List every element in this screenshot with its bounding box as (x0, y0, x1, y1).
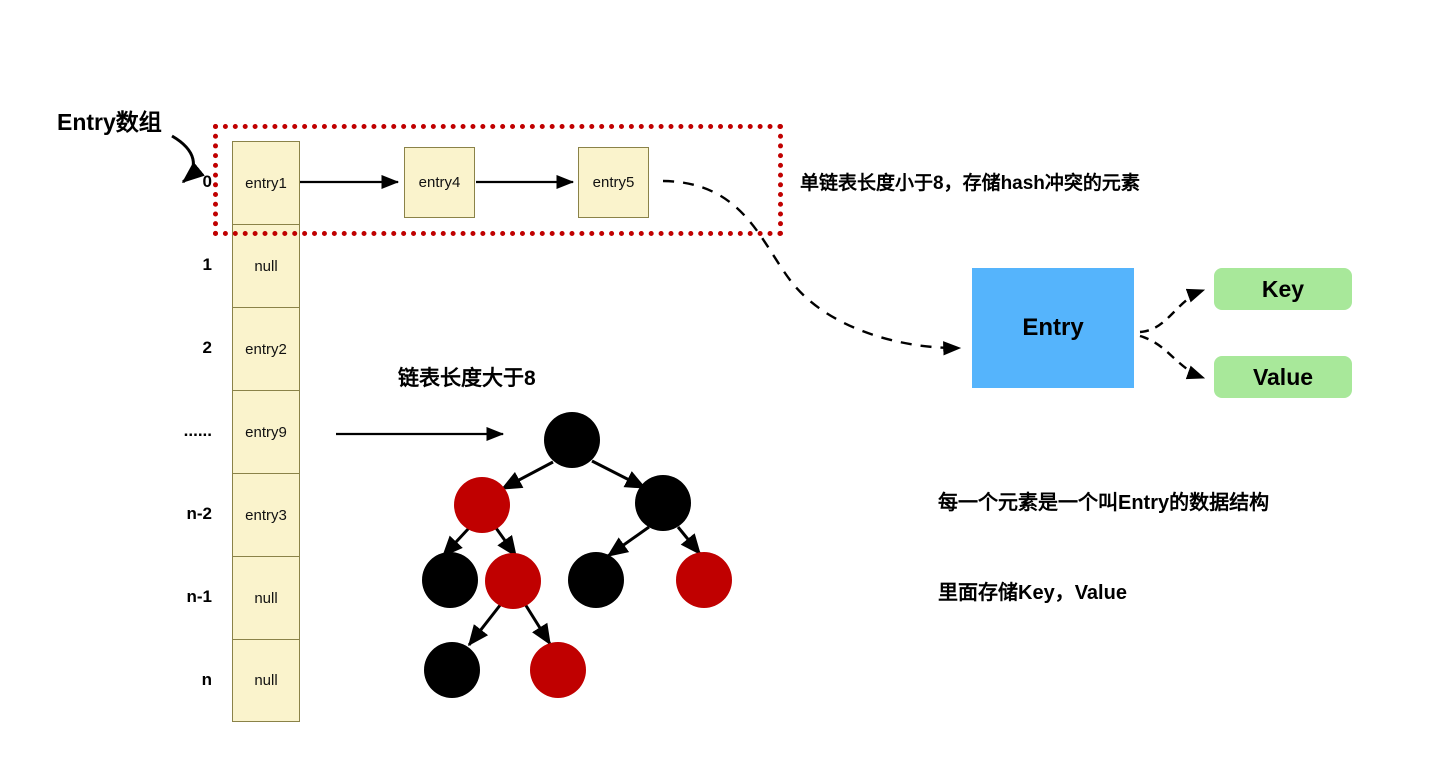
tree-node-r2a[interactable] (568, 552, 624, 608)
tree-node-r2b[interactable] (676, 552, 732, 608)
entry-description-line2: 里面存储Key，Value (938, 582, 1127, 604)
linked-list-highlight-box (213, 124, 783, 236)
tree-node-l2b[interactable] (485, 553, 541, 609)
tree-node-l1[interactable] (454, 477, 510, 533)
array-cell-5[interactable]: null (232, 556, 300, 639)
entry-description-line1: 每一个元素是一个叫Entry的数据结构 (938, 492, 1270, 514)
array-cell-6[interactable]: null (232, 639, 300, 722)
page-title: Entry数组 (57, 109, 162, 135)
array-index-ellipsis: ...... (183, 421, 212, 440)
linked-list-note: 单链表长度小于8，存储hash冲突的元素 (800, 173, 1140, 194)
array-cell-4[interactable]: entry3 (232, 473, 300, 556)
tree-node-l3a[interactable] (424, 642, 480, 698)
entry-box[interactable]: Entry (972, 268, 1134, 388)
array-index-n-2: n-2 (186, 504, 213, 523)
array-index-n: n (201, 670, 212, 689)
value-box[interactable]: Value (1214, 356, 1352, 398)
tree-node-r1[interactable] (635, 475, 691, 531)
entry-key-arrow (1139, 288, 1206, 334)
array-index-2: 2 (202, 338, 212, 357)
array-cell-3[interactable]: entry9 (232, 390, 300, 473)
key-box[interactable]: Key (1214, 268, 1352, 310)
entry-description: 每一个元素是一个叫Entry的数据结构 里面存储Key，Value (938, 428, 1269, 668)
array-cell-1[interactable]: null (232, 224, 300, 307)
diagram-canvas: Entry数组 0 1 2 ...... n-2 n-1 n entry1 nu… (0, 0, 1440, 771)
tree-node-root[interactable] (544, 412, 600, 468)
array-cell-2[interactable]: entry2 (232, 307, 300, 390)
entry-value-arrow (1139, 334, 1206, 380)
tree-note: 链表长度大于8 (398, 367, 536, 390)
array-index-1: 1 (202, 255, 212, 274)
tree-node-l3b[interactable] (530, 642, 586, 698)
array-index-0: 0 (202, 172, 212, 191)
tree-node-l2a[interactable] (422, 552, 478, 608)
array-index-n-1: n-1 (186, 587, 213, 606)
